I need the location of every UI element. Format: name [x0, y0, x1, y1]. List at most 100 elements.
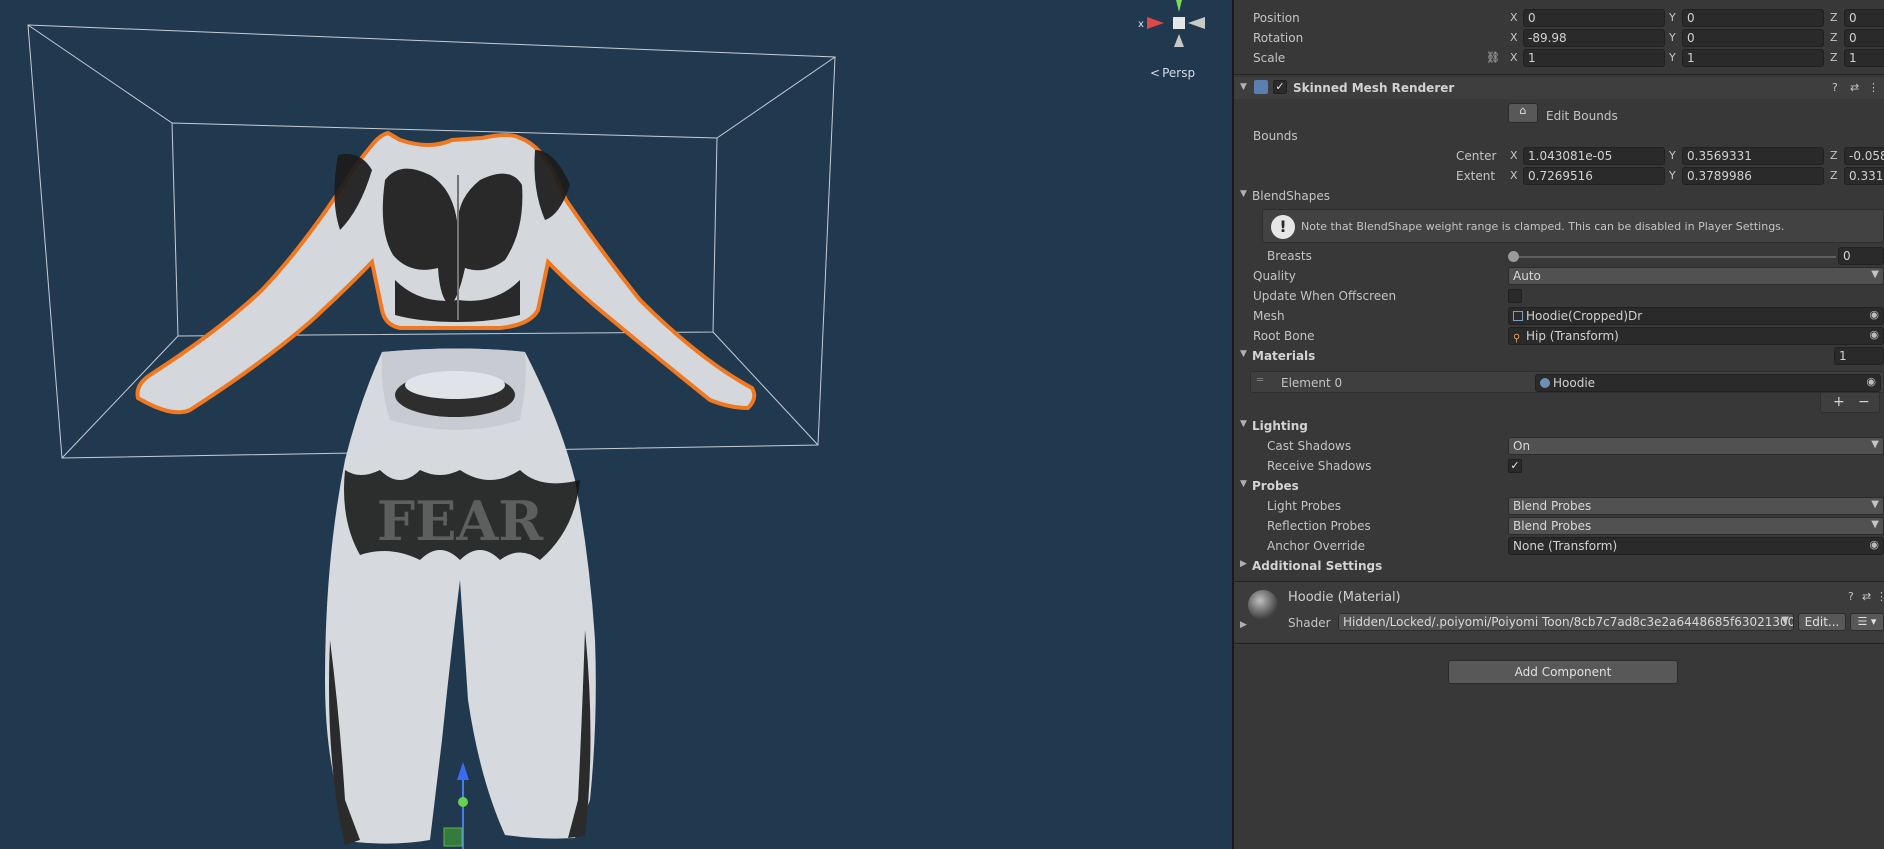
skinned-mesh-renderer-header[interactable]: ▼ ✓ Skinned Mesh Renderer ? ⇄ ⋮ — [1234, 77, 1884, 99]
edit-bounds-icon: ⌂ — [1519, 104, 1527, 117]
component-menu-icon[interactable]: ⋮ — [1876, 590, 1884, 603]
lighting-foldout[interactable]: ▼ Lighting — [1234, 416, 1884, 436]
axis-x-label: X — [1510, 11, 1518, 24]
add-component-button[interactable]: Add Component — [1448, 660, 1678, 684]
dropdown-caret-icon: ▼ — [1871, 519, 1879, 530]
axis-x-label: X — [1510, 149, 1518, 162]
scene-view[interactable]: FEAR x < Persp — [0, 0, 1232, 849]
constrain-proportions-link-icon[interactable]: ⛓ — [1486, 51, 1500, 64]
foldout-expanded-icon[interactable]: ▼ — [1240, 82, 1247, 92]
root-bone-value: Hip (Transform) — [1526, 329, 1619, 343]
component-separator — [1234, 643, 1884, 644]
object-picker-icon[interactable]: ◉ — [1866, 375, 1876, 388]
persp-label: Persp — [1162, 66, 1196, 80]
breasts-slider-thumb[interactable] — [1508, 251, 1519, 262]
help-icon[interactable]: ? — [1832, 81, 1838, 94]
position-z-field[interactable]: 0 — [1844, 9, 1884, 27]
scene-viewport[interactable]: FEAR — [0, 0, 1232, 849]
update-offscreen-checkbox[interactable] — [1508, 289, 1522, 303]
foldout-expanded-icon[interactable]: ▼ — [1240, 419, 1247, 429]
mesh-label: Mesh — [1253, 309, 1285, 323]
receive-shadows-checkbox[interactable]: ✓ — [1508, 459, 1522, 473]
rotation-x-field[interactable]: -89.98 — [1523, 29, 1665, 47]
probes-foldout[interactable]: ▼ Probes — [1234, 476, 1884, 496]
help-icon[interactable]: ? — [1848, 590, 1854, 603]
axis-y-label: Y — [1669, 149, 1676, 162]
pivot-gizmo — [443, 762, 469, 849]
orientation-gizmo[interactable]: x — [1130, 0, 1224, 60]
object-picker-icon[interactable]: ◉ — [1869, 538, 1879, 551]
root-bone-object-field[interactable]: ⚲ Hip (Transform) ◉ — [1508, 327, 1884, 345]
position-x-field[interactable]: 0 — [1523, 9, 1665, 27]
mesh-row: Mesh Hoodie(Cropped)Dr ◉ — [1234, 306, 1884, 326]
reflection-probes-value: Blend Probes — [1513, 519, 1592, 533]
neg-y-axis-cone[interactable] — [1174, 34, 1184, 47]
light-probes-row: Light Probes Blend Probes ▼ — [1234, 496, 1884, 516]
scale-y-field[interactable]: 1 — [1682, 49, 1824, 67]
quality-label: Quality — [1253, 269, 1296, 283]
foldout-expanded-icon[interactable]: ▼ — [1240, 349, 1247, 359]
material-object-field[interactable]: Hoodie ◉ — [1535, 374, 1881, 392]
foldout-expanded-icon[interactable]: ▼ — [1240, 189, 1247, 199]
light-probes-dropdown[interactable]: Blend Probes ▼ — [1508, 497, 1884, 515]
center-cube[interactable] — [1173, 17, 1185, 29]
neg-x-axis-cone[interactable] — [1188, 17, 1205, 29]
reflection-probes-label: Reflection Probes — [1267, 519, 1371, 533]
scale-z-field[interactable]: 1 — [1844, 49, 1884, 67]
cast-shadows-label: Cast Shadows — [1267, 439, 1352, 453]
breasts-value-field[interactable]: 0 — [1838, 247, 1884, 265]
rotation-z-field[interactable]: 0 — [1844, 29, 1884, 47]
anchor-override-row: Anchor Override None (Transform) ◉ — [1234, 536, 1884, 556]
anchor-override-object-field[interactable]: None (Transform) ◉ — [1508, 537, 1884, 555]
warning-icon: ! — [1271, 215, 1295, 239]
center-z-field[interactable]: -0.05870095 — [1844, 147, 1884, 165]
blendshapes-foldout[interactable]: ▼ BlendShapes — [1234, 186, 1884, 206]
center-x-field[interactable]: 1.043081e-05 — [1523, 147, 1665, 165]
breasts-label: Breasts — [1267, 249, 1312, 263]
y-axis-cone[interactable] — [1176, 0, 1182, 12]
extent-z-field[interactable]: 0.3318245 — [1844, 167, 1884, 185]
dropdown-caret-icon: ▼ — [1871, 499, 1879, 510]
remove-element-button[interactable]: − — [1858, 394, 1870, 410]
blendshape-note: Note that BlendShape weight range is cla… — [1301, 220, 1785, 233]
additional-settings-foldout[interactable]: ▶ Additional Settings — [1234, 556, 1884, 576]
presets-icon[interactable]: ⇄ — [1850, 81, 1859, 94]
material-preview-sphere — [1248, 590, 1278, 620]
mesh-object-field[interactable]: Hoodie(Cropped)Dr ◉ — [1508, 307, 1884, 325]
center-y-field[interactable]: 0.3569331 — [1682, 147, 1824, 165]
edit-shader-button[interactable]: Edit... — [1798, 613, 1846, 631]
object-picker-icon[interactable]: ◉ — [1869, 308, 1879, 321]
reflection-probes-dropdown[interactable]: Blend Probes ▼ — [1508, 517, 1884, 535]
position-y-field[interactable]: 0 — [1682, 9, 1824, 27]
axis-x-label: X — [1510, 169, 1518, 182]
presets-icon[interactable]: ⇄ — [1862, 590, 1871, 603]
material-inspector-header[interactable]: Hoodie (Material) ? ⇄ ⋮ ▶ Shader Hidden/… — [1234, 582, 1884, 642]
shader-options-button[interactable]: ☰ ▾ — [1850, 613, 1884, 631]
rotation-y-field[interactable]: 0 — [1682, 29, 1824, 47]
shader-value: Hidden/Locked/.poiyomi/Poiyomi Toon/8cb7… — [1343, 615, 1794, 629]
extent-x-field[interactable]: 0.7269516 — [1523, 167, 1665, 185]
materials-count-field[interactable]: 1 — [1834, 347, 1884, 365]
quality-dropdown[interactable]: Auto ▼ — [1508, 267, 1884, 285]
materials-foldout[interactable]: ▼ Materials 1 — [1234, 346, 1884, 366]
shader-dropdown[interactable]: Hidden/Locked/.poiyomi/Poiyomi Toon/8cb7… — [1338, 613, 1794, 631]
drag-handle-icon[interactable]: ═ — [1257, 375, 1263, 386]
foldout-collapsed-icon[interactable]: ▶ — [1240, 620, 1247, 630]
edit-bounds-button[interactable]: ⌂ — [1508, 103, 1538, 123]
component-title: Skinned Mesh Renderer — [1293, 81, 1455, 95]
add-element-button[interactable]: + — [1833, 394, 1845, 410]
x-axis-cone[interactable] — [1147, 17, 1164, 29]
foldout-expanded-icon[interactable]: ▼ — [1240, 479, 1247, 489]
projection-toggle[interactable]: < Persp — [1150, 66, 1195, 80]
component-enabled-checkbox[interactable]: ✓ — [1273, 80, 1287, 94]
cast-shadows-dropdown[interactable]: On ▼ — [1508, 437, 1884, 455]
breasts-slider-track[interactable] — [1512, 256, 1836, 258]
scale-x-field[interactable]: 1 — [1523, 49, 1665, 67]
skinned-mesh-renderer-icon — [1254, 80, 1268, 94]
extent-y-field[interactable]: 0.3789986 — [1682, 167, 1824, 185]
axis-z-label: Z — [1830, 11, 1838, 24]
object-picker-icon[interactable]: ◉ — [1869, 328, 1879, 341]
inspector-panel: Position X 0 Y 0 Z 0 Rotation X -89.98 Y… — [1234, 0, 1884, 849]
component-menu-icon[interactable]: ⋮ — [1868, 81, 1879, 94]
foldout-collapsed-icon[interactable]: ▶ — [1240, 559, 1247, 569]
